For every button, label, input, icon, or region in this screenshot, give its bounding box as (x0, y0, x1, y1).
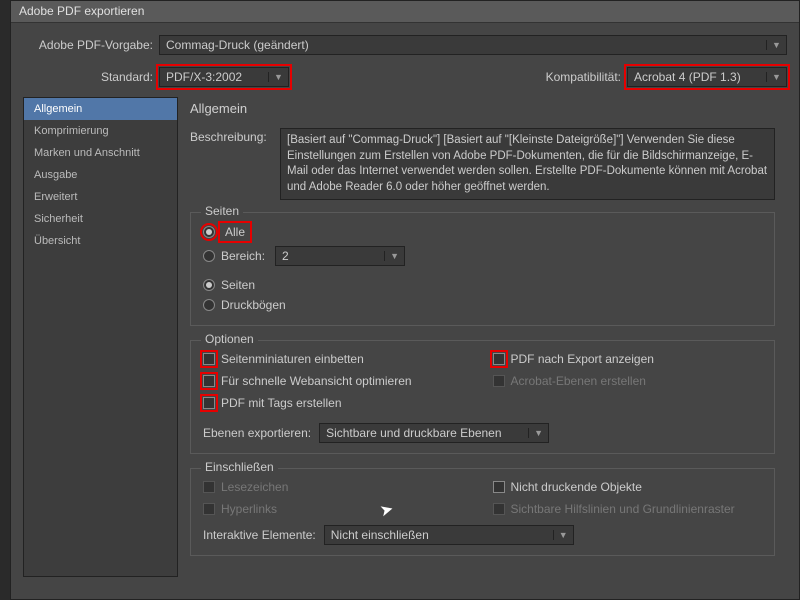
section-title: Allgemein (190, 101, 775, 116)
standard-label: Standard: (23, 70, 153, 84)
checkbox-viewafter[interactable] (493, 353, 505, 365)
main-area: Allgemein Komprimierung Marken und Ansch… (11, 97, 799, 577)
layers-export-value: Sichtbare und druckbare Ebenen (326, 426, 501, 440)
radio-all[interactable] (203, 226, 215, 238)
pages-seiten-label: Seiten (221, 278, 255, 292)
inc-nonprint-row[interactable]: Nicht druckende Objekte (493, 477, 763, 497)
opt-viewafter-row[interactable]: PDF nach Export anzeigen (493, 349, 763, 369)
description-label: Beschreibung: (190, 128, 272, 144)
opt-fastweb-row[interactable]: Für schnelle Webansicht optimieren (203, 371, 473, 391)
radio-range[interactable] (203, 250, 215, 262)
category-sidebar: Allgemein Komprimierung Marken und Ansch… (23, 97, 178, 577)
opt-viewafter-label: PDF nach Export anzeigen (511, 352, 654, 366)
checkbox-hyperlinks (203, 503, 215, 515)
include-group: Einschließen Lesezeichen Nicht druckende… (190, 468, 775, 556)
preset-label: Adobe PDF-Vorgabe: (23, 38, 153, 52)
chevron-down-icon: ▼ (766, 40, 782, 50)
layers-export-row: Ebenen exportieren: Sichtbare und druckb… (203, 423, 762, 443)
preset-dropdown[interactable]: Commag-Druck (geändert) ▼ (159, 35, 787, 55)
pages-seiten-row[interactable]: Seiten (203, 275, 762, 295)
opt-tagged-label: PDF mit Tags erstellen (221, 396, 342, 410)
opt-tagged-row[interactable]: PDF mit Tags erstellen (203, 393, 473, 413)
pages-all-row[interactable]: Alle (203, 221, 762, 243)
titlebar: Adobe PDF exportieren (11, 1, 799, 23)
layers-export-label: Ebenen exportieren: (203, 426, 311, 440)
sidebar-item-komprimierung[interactable]: Komprimierung (24, 120, 177, 142)
inc-nonprint-label: Nicht druckende Objekte (511, 480, 642, 494)
options-legend: Optionen (201, 332, 258, 346)
radio-spreads[interactable] (203, 299, 215, 311)
standard-compat-row: Standard: PDF/X-3:2002 ▼ Kompatibilität:… (11, 61, 799, 97)
range-value: 2 (282, 249, 289, 263)
opt-fastweb-label: Für schnelle Webansicht optimieren (221, 374, 412, 388)
chevron-down-icon: ▼ (553, 530, 569, 540)
chevron-down-icon: ▼ (766, 72, 782, 82)
standard-value: PDF/X-3:2002 (166, 70, 242, 84)
sidebar-item-allgemein[interactable]: Allgemein (24, 98, 177, 120)
export-pdf-window: Adobe PDF exportieren Adobe PDF-Vorgabe:… (10, 0, 800, 600)
checkbox-bookmarks (203, 481, 215, 493)
range-dropdown[interactable]: 2 ▼ (275, 246, 405, 266)
opt-acrolayers-label: Acrobat-Ebenen erstellen (511, 374, 646, 388)
compat-label: Kompatibilität: (546, 70, 621, 84)
description-row: Beschreibung: [Basiert auf "Commag-Druck… (190, 128, 775, 200)
compat-value: Acrobat 4 (PDF 1.3) (634, 70, 741, 84)
chevron-down-icon: ▼ (384, 251, 400, 261)
sidebar-item-sicherheit[interactable]: Sicherheit (24, 208, 177, 230)
preset-value: Commag-Druck (geändert) (166, 38, 309, 52)
inc-guides-label: Sichtbare Hilfslinien und Grundlinienras… (511, 502, 735, 516)
inc-hyperlinks-label: Hyperlinks (221, 502, 277, 516)
sidebar-item-marken[interactable]: Marken und Anschnitt (24, 142, 177, 164)
layers-export-dropdown[interactable]: Sichtbare und druckbare Ebenen ▼ (319, 423, 549, 443)
include-legend: Einschließen (201, 460, 278, 474)
chevron-down-icon: ▼ (528, 428, 544, 438)
pages-spreads-row[interactable]: Druckbögen (203, 295, 762, 315)
pages-range-row[interactable]: Bereich: 2 ▼ (203, 243, 762, 269)
checkbox-nonprint[interactable] (493, 481, 505, 493)
standard-dropdown[interactable]: PDF/X-3:2002 ▼ (159, 67, 289, 87)
interactive-label: Interaktive Elemente: (203, 528, 316, 542)
window-title: Adobe PDF exportieren (19, 4, 144, 18)
checkbox-thumbnails[interactable] (203, 353, 215, 365)
pages-spreads-label: Druckbögen (221, 298, 286, 312)
opt-acrolayers-row: Acrobat-Ebenen erstellen (493, 371, 763, 391)
opt-thumbnails-label: Seitenminiaturen einbetten (221, 352, 364, 366)
opt-thumbnails-row[interactable]: Seitenminiaturen einbetten (203, 349, 473, 369)
inc-bookmarks-row: Lesezeichen (203, 477, 473, 497)
sidebar-item-ausgabe[interactable]: Ausgabe (24, 164, 177, 186)
preset-row: Adobe PDF-Vorgabe: Commag-Druck (geänder… (11, 23, 799, 61)
interactive-value: Nicht einschließen (331, 528, 429, 542)
description-text: [Basiert auf "Commag-Druck"] [Basiert au… (287, 134, 767, 193)
content-panel: Allgemein Beschreibung: [Basiert auf "Co… (178, 97, 787, 577)
options-group: Optionen Seitenminiaturen einbetten PDF … (190, 340, 775, 454)
pages-group: Seiten Alle Bereich: 2 ▼ Seiten (190, 212, 775, 326)
checkbox-guides (493, 503, 505, 515)
pages-all-label: Alle (221, 224, 249, 240)
inc-guides-row: Sichtbare Hilfslinien und Grundlinienras… (493, 499, 763, 519)
checkbox-fastweb[interactable] (203, 375, 215, 387)
pages-range-label: Bereich: (221, 249, 265, 263)
checkbox-acrolayers (493, 375, 505, 387)
compat-dropdown[interactable]: Acrobat 4 (PDF 1.3) ▼ (627, 67, 787, 87)
interactive-dropdown[interactable]: Nicht einschließen ▼ (324, 525, 574, 545)
description-textarea[interactable]: [Basiert auf "Commag-Druck"] [Basiert au… (280, 128, 775, 200)
sidebar-item-erweitert[interactable]: Erweitert (24, 186, 177, 208)
inc-bookmarks-label: Lesezeichen (221, 480, 288, 494)
checkbox-tagged[interactable] (203, 397, 215, 409)
radio-pages[interactable] (203, 279, 215, 291)
chevron-down-icon: ▼ (268, 72, 284, 82)
sidebar-item-uebersicht[interactable]: Übersicht (24, 230, 177, 252)
interactive-row: Interaktive Elemente: Nicht einschließen… (203, 525, 762, 545)
inc-hyperlinks-row: Hyperlinks (203, 499, 473, 519)
pages-legend: Seiten (201, 204, 243, 218)
